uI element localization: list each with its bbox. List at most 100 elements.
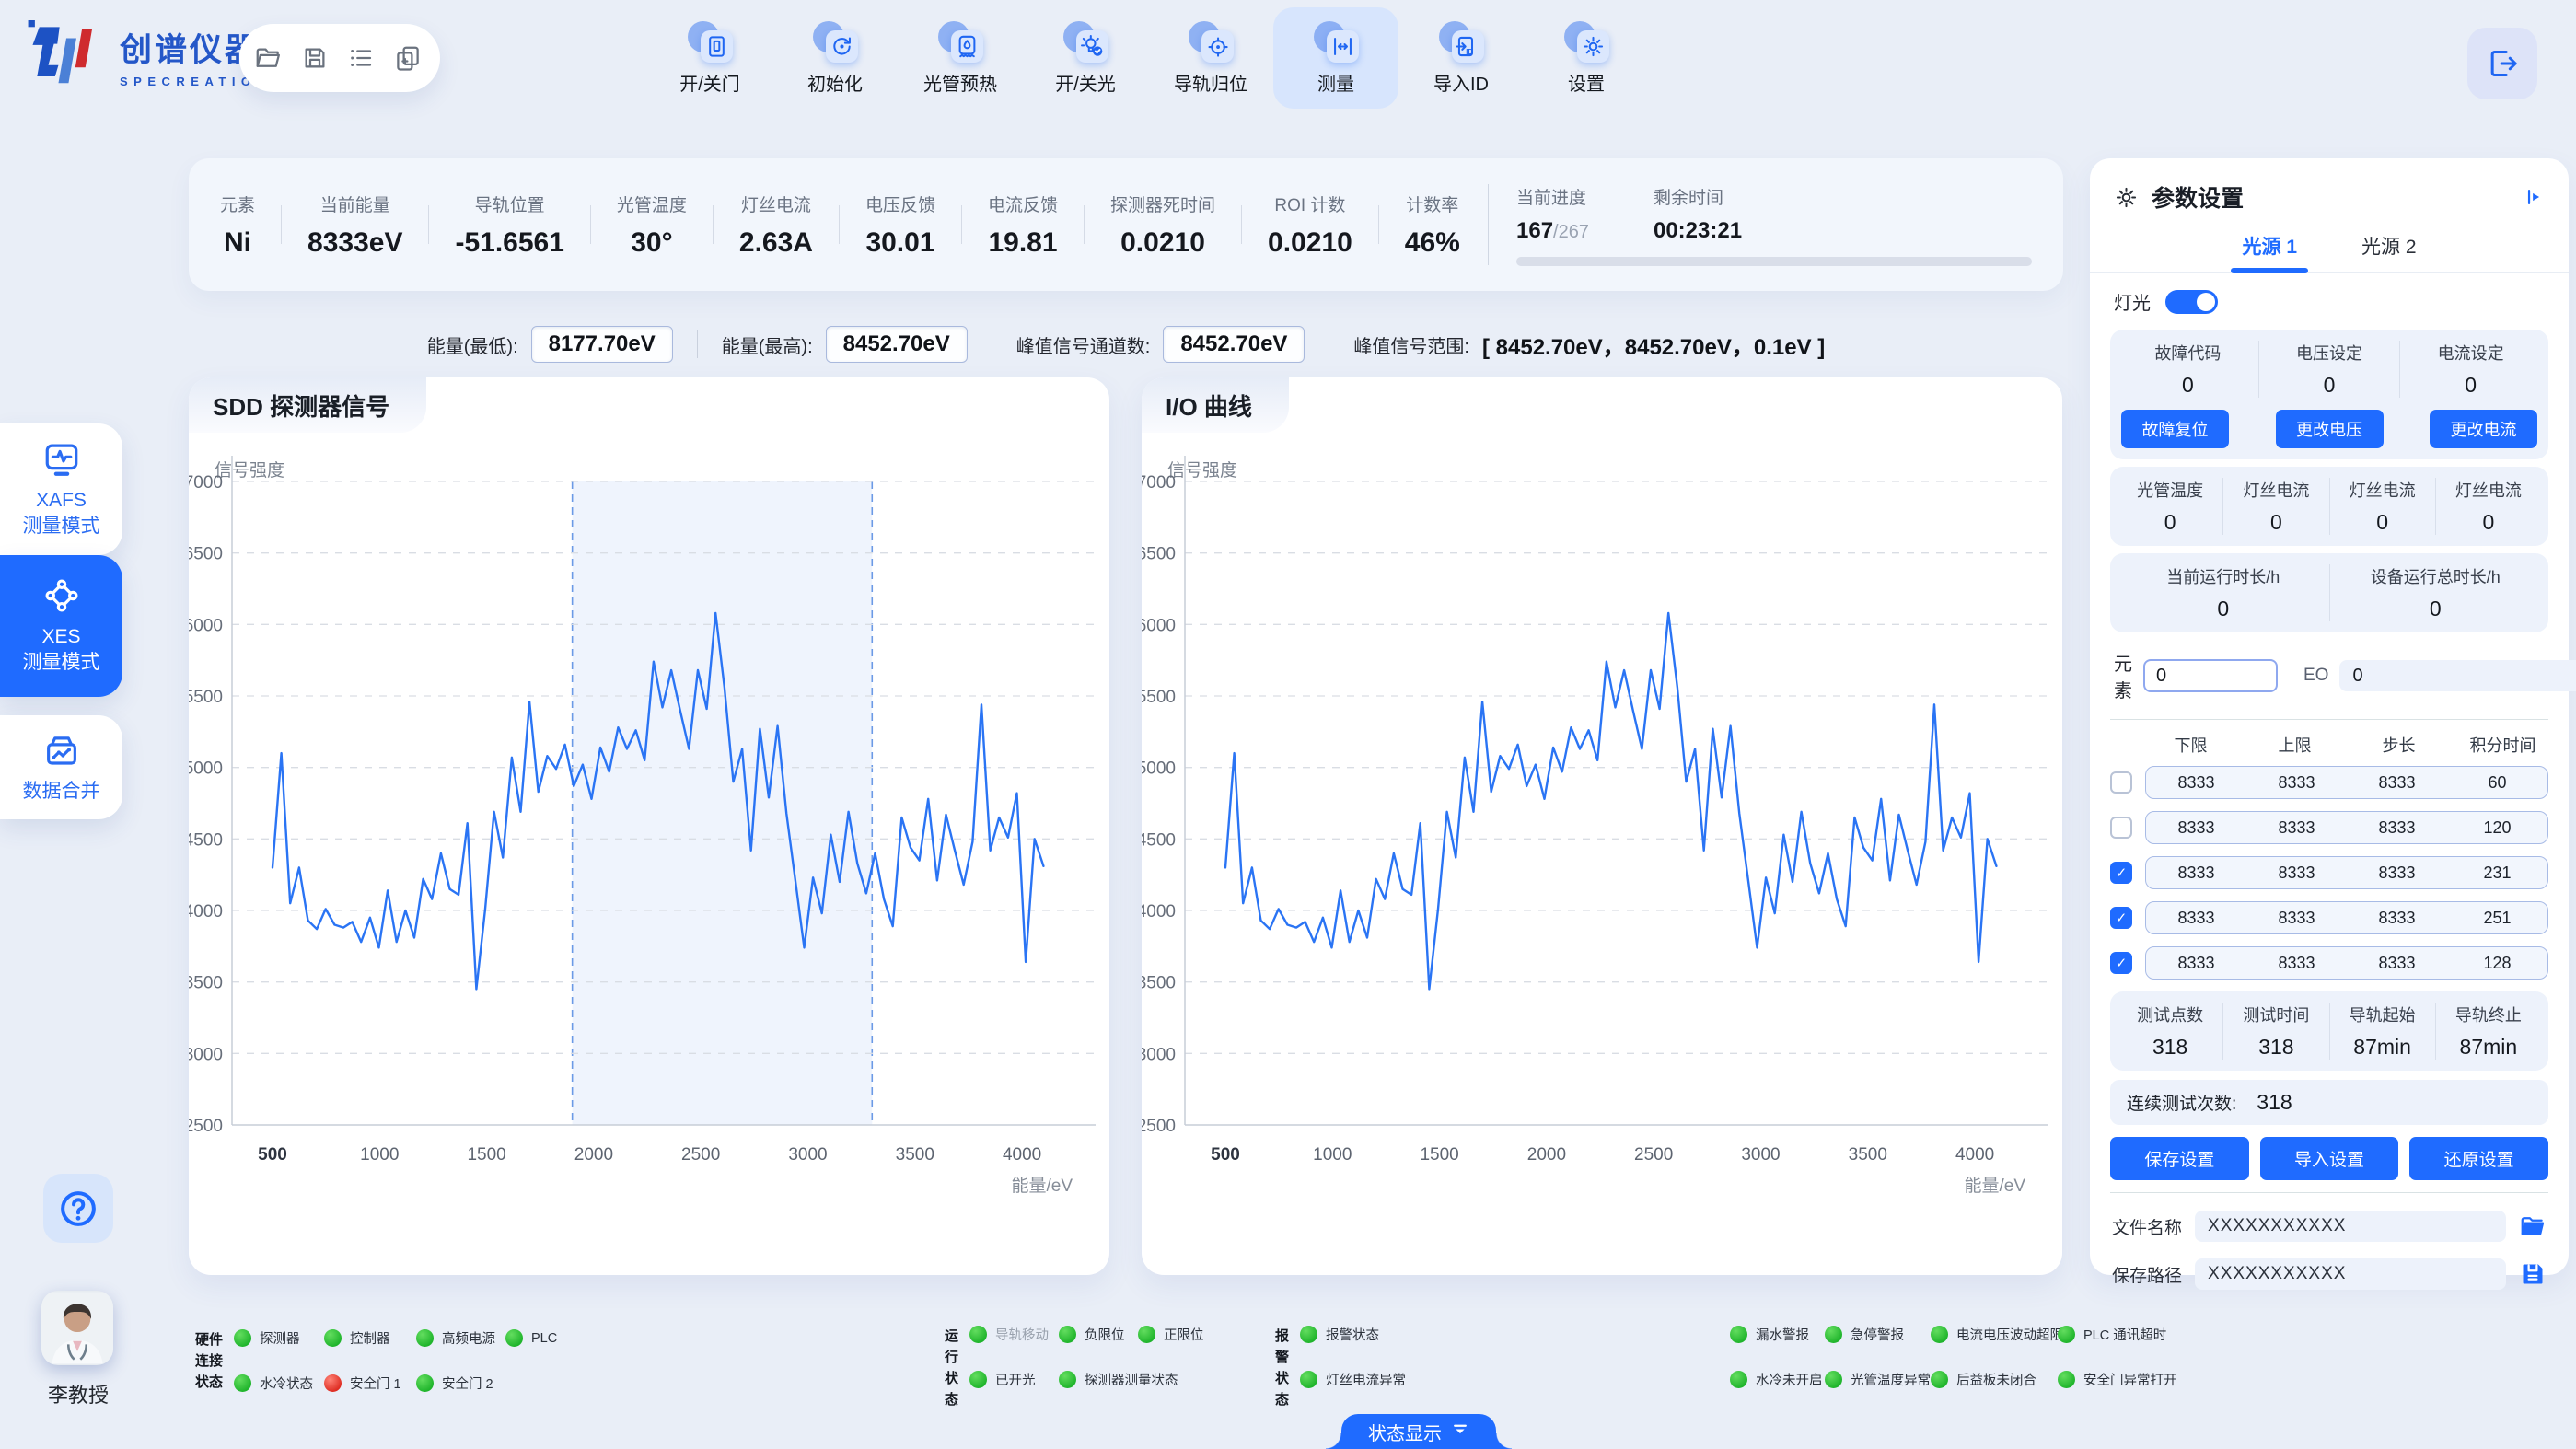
- nav-item-光管预热[interactable]: 光管预热: [898, 7, 1023, 109]
- svg-text:3000: 3000: [788, 1145, 827, 1165]
- range-table: 83338333833360833383338333120✓8333833383…: [2090, 766, 2569, 980]
- metric-导轨位置: 导轨位置-51.6561: [455, 191, 563, 259]
- sidebar-item-XAFS测量模式[interactable]: XAFS测量模式: [0, 423, 122, 555]
- status-dot-green: [1730, 1326, 1747, 1343]
- metric-label: 灯丝电流: [741, 191, 811, 216]
- cell-value: 8333: [2146, 954, 2246, 973]
- footer-column: 负限位探测器测量状态: [1059, 1326, 1138, 1388]
- status-indicator-正限位: 正限位: [1138, 1326, 1221, 1343]
- avatar[interactable]: [41, 1291, 113, 1365]
- save-path-button[interactable]: [2519, 1260, 2547, 1288]
- mode-label: XAFS测量模式: [23, 488, 100, 539]
- status-dot-green: [969, 1326, 987, 1343]
- status-dot-green: [234, 1329, 251, 1347]
- status-dot-red: [324, 1374, 342, 1392]
- status-display-tab[interactable]: 状态显示: [1341, 1414, 1496, 1449]
- brand-logo-icon: [26, 20, 107, 92]
- nav-item-初始化[interactable]: 初始化: [772, 7, 898, 109]
- status-dot-green: [1059, 1326, 1076, 1343]
- row-checkbox[interactable]: [2110, 817, 2132, 839]
- status-indicator-PLC 通讯超时: PLC 通讯超时: [2058, 1326, 2205, 1343]
- row-values[interactable]: 83338333833360: [2145, 766, 2548, 799]
- 还原设置-button[interactable]: 还原设置: [2409, 1137, 2548, 1180]
- sidebar-item-数据合并[interactable]: 数据合并: [0, 715, 122, 819]
- help-button[interactable]: [43, 1174, 113, 1243]
- energy-label: 能量(最高):: [722, 331, 813, 358]
- 更改电压-button[interactable]: 更改电压: [2276, 410, 2384, 448]
- 更改电流-button[interactable]: 更改电流: [2430, 410, 2537, 448]
- row-values[interactable]: 833383338333128: [2145, 946, 2548, 980]
- nav-item-测量[interactable]: 测量: [1273, 7, 1398, 109]
- energy-value-box[interactable]: 8452.70eV: [1163, 326, 1305, 363]
- open-file-button[interactable]: [254, 42, 285, 74]
- progress-current: 167: [1516, 218, 1553, 243]
- settings-icon: [1563, 20, 1609, 63]
- energy-value-box[interactable]: 8177.70eV: [531, 326, 673, 363]
- gear-icon: [2114, 185, 2139, 210]
- 故障复位-button[interactable]: 故障复位: [2121, 410, 2229, 448]
- spacer: [2110, 733, 2132, 757]
- nav-item-导轨归位[interactable]: 导轨归位: [1148, 7, 1273, 109]
- nav-label: 初始化: [807, 69, 863, 96]
- table-row: ✓ 833383338333231: [2090, 856, 2569, 889]
- svg-text:1000: 1000: [360, 1145, 399, 1165]
- row-checkbox[interactable]: ✓: [2110, 907, 2132, 929]
- cell-value: 128: [2447, 954, 2547, 973]
- nav-item-开/关门[interactable]: 开/关门: [647, 7, 772, 109]
- tab-光源 2[interactable]: 光源 2: [2361, 232, 2417, 260]
- copy-button[interactable]: [394, 42, 425, 74]
- copy-icon: [394, 44, 422, 72]
- metric-value: 0.0210: [1268, 227, 1352, 259]
- indicator-label: 水冷未开启: [1756, 1370, 1823, 1389]
- status-dot-green: [1059, 1371, 1076, 1388]
- tab-光源 1[interactable]: 光源 1: [2242, 232, 2297, 260]
- open-folder-button[interactable]: [2519, 1212, 2547, 1240]
- energy-item: 峰值信号范围:[ 8452.70eV，8452.70eV，0.1eV ]: [1353, 329, 1825, 361]
- metric-探测器死时间: 探测器死时间0.0210: [1110, 191, 1215, 259]
- 导入设置-button[interactable]: 导入设置: [2260, 1137, 2399, 1180]
- params-title: 参数设置: [2152, 180, 2512, 214]
- status-indicator-水冷状态: 水冷状态: [234, 1374, 324, 1392]
- footer-column: 报警状态灯丝电流异常: [1300, 1326, 1730, 1388]
- svg-text:能量/eV: 能量/eV: [1964, 1176, 2025, 1196]
- row-checkbox[interactable]: ✓: [2110, 952, 2132, 974]
- row-values[interactable]: 833383338333251: [2145, 901, 2548, 934]
- panel-collapse-button[interactable]: [2524, 187, 2545, 207]
- table-row: ✓833383338333128: [2090, 946, 2569, 980]
- nav-item-设置[interactable]: 设置: [1524, 7, 1649, 109]
- row-checkbox[interactable]: ✓: [2110, 862, 2132, 884]
- sidebar-item-XES测量模式[interactable]: XES测量模式: [0, 555, 122, 697]
- logout-button[interactable]: [2467, 28, 2537, 99]
- save-file-button[interactable]: [301, 42, 332, 74]
- 保存设置-button[interactable]: 保存设置: [2110, 1137, 2249, 1180]
- cell-value: 8333: [2347, 909, 2447, 928]
- selection-region[interactable]: [573, 481, 873, 1125]
- nav-label: 开/关光: [1055, 69, 1116, 96]
- continuous-value: 318: [2257, 1090, 2292, 1115]
- source-tabs: 光源 1 光源 2: [2090, 223, 2569, 273]
- metric-value: -51.6561: [455, 227, 563, 259]
- energy-value-box[interactable]: 8452.70eV: [826, 326, 968, 363]
- nav-item-开/关光[interactable]: 开/关光: [1023, 7, 1148, 109]
- indicator-label: PLC: [531, 1331, 557, 1346]
- save-path-value[interactable]: XXXXXXXXXXX: [2195, 1258, 2506, 1290]
- file-name-label: 文件名称: [2112, 1214, 2182, 1239]
- cell-value: 8333: [2146, 909, 2246, 928]
- nav-label: 开/关门: [679, 69, 740, 96]
- row-values[interactable]: 833383338333120: [2145, 811, 2548, 844]
- light-toggle[interactable]: [2165, 290, 2218, 314]
- element-input[interactable]: [2143, 659, 2278, 692]
- table-row: 833383338333120: [2090, 811, 2569, 844]
- test-导轨终止: 导轨终止87min: [2435, 1003, 2541, 1060]
- row-checkbox[interactable]: [2110, 771, 2132, 794]
- chart-plot: 2500300035004000450050005500600065007000…: [189, 377, 1109, 1275]
- indicator-label: 控制器: [350, 1328, 390, 1348]
- current-progress: 当前进度 167/267: [1516, 184, 1589, 244]
- row-values[interactable]: 833383338333231: [2145, 856, 2548, 889]
- list-button[interactable]: [347, 42, 378, 74]
- remaining-time: 剩余时间 00:23:21: [1654, 184, 1742, 244]
- nav-item-导入ID[interactable]: ID导入ID: [1398, 7, 1524, 109]
- footer-group-运行状态: 运行状态导轨移动已开光负限位探测器测量状态正限位: [945, 1326, 1221, 1410]
- file-name-value[interactable]: XXXXXXXXXXX: [2195, 1211, 2506, 1242]
- eo-input[interactable]: [2339, 660, 2576, 691]
